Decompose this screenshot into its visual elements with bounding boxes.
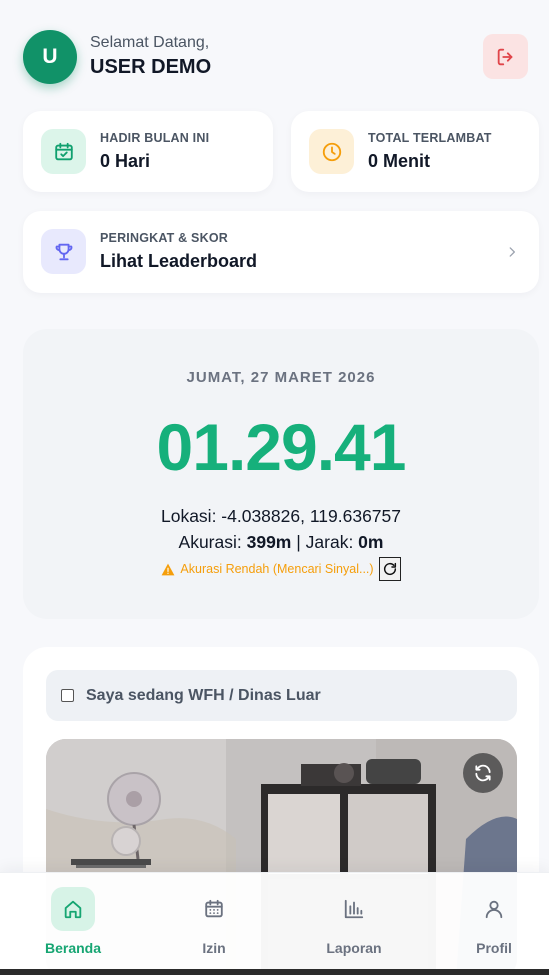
nav-icon-wrap <box>332 887 376 931</box>
stat-value: 0 Hari <box>100 151 151 171</box>
leaderboard-label: PERINGKAT & SKOR <box>100 231 228 245</box>
location-text: Lokasi: -4.038826, 119.636757 <box>23 506 539 527</box>
distance-value: 0m <box>358 532 384 552</box>
bottom-nav: Beranda Izin Laporan Profil <box>0 872 549 969</box>
logout-icon <box>497 48 512 65</box>
chevron-right-icon <box>509 247 515 257</box>
username: USER DEMO <box>90 56 212 78</box>
accuracy-label: Akurasi: <box>178 532 247 552</box>
stat-icon-wrap <box>41 229 86 274</box>
accuracy-value: 399m <box>246 532 292 552</box>
stat-value: 0 Menit <box>368 151 431 171</box>
nav-label: Beranda <box>44 940 102 956</box>
bar-chart-icon <box>344 899 364 919</box>
stat-label: HADIR BULAN INI <box>100 131 210 145</box>
clock-icon <box>322 142 341 161</box>
nav-label: Izin <box>202 940 226 956</box>
app-root: U Selamat Datang, USER DEMO HADIR BULAN … <box>0 0 549 975</box>
calendar-check-icon <box>54 142 73 160</box>
stat-label: TOTAL TERLAMBAT <box>368 131 492 145</box>
stat-icon-wrap <box>41 129 86 174</box>
wfh-checkbox[interactable] <box>61 689 74 702</box>
nav-profil[interactable]: Profil <box>444 887 544 963</box>
logout-button[interactable] <box>483 34 528 79</box>
stat-icon-wrap <box>309 129 354 174</box>
trophy-icon <box>55 243 72 260</box>
wfh-toggle-row[interactable]: Saya sedang WFH / Dinas Luar <box>46 670 517 721</box>
nav-icon-wrap <box>472 887 516 931</box>
calendar-icon <box>205 899 223 918</box>
clock-card: JUMAT, 27 MARET 2026 01.29.41 Lokasi: -4… <box>23 329 539 619</box>
warning-text: Akurasi Rendah (Mencari Sinyal...) <box>180 562 374 576</box>
nav-label: Profil <box>476 940 512 956</box>
user-icon <box>485 900 503 919</box>
nav-label: Laporan <box>326 940 382 956</box>
leaderboard-card[interactable]: PERINGKAT & SKOR Lihat Leaderboard <box>23 211 539 293</box>
nav-icon-wrap <box>51 887 95 931</box>
wfh-label: Saya sedang WFH / Dinas Luar <box>86 686 321 704</box>
stat-card-late: TOTAL TERLAMBAT 0 Menit <box>291 111 539 192</box>
location-prefix: Lokasi: <box>160 506 222 526</box>
location-coords: -4.038826, 119.636757 <box>221 506 401 526</box>
distance-label: | Jarak: <box>291 532 359 552</box>
nav-icon-wrap <box>192 887 236 931</box>
camera-rotate-icon <box>475 764 491 782</box>
header: U Selamat Datang, USER DEMO <box>23 30 528 86</box>
nav-izin[interactable]: Izin <box>164 887 264 963</box>
refresh-location-button[interactable] <box>378 557 401 581</box>
warning-icon <box>162 563 175 575</box>
accuracy-line: Akurasi: 399m | Jarak: 0m <box>23 532 539 553</box>
nav-beranda[interactable]: Beranda <box>23 887 123 963</box>
date-text: JUMAT, 27 MARET 2026 <box>186 369 376 386</box>
stat-card-attendance: HADIR BULAN INI 0 Hari <box>23 111 273 192</box>
system-bar <box>0 969 549 975</box>
leaderboard-value: Lihat Leaderboard <box>100 251 258 271</box>
switch-camera-button[interactable] <box>463 753 503 793</box>
accuracy-warning: Akurasi Rendah (Mencari Sinyal...) <box>23 557 539 581</box>
greeting-text: Selamat Datang, <box>90 34 210 51</box>
home-icon <box>64 900 82 919</box>
refresh-icon <box>383 562 396 576</box>
time-text: 01.29.41 <box>156 410 407 484</box>
avatar[interactable]: U <box>23 30 77 84</box>
nav-laporan[interactable]: Laporan <box>304 887 404 963</box>
